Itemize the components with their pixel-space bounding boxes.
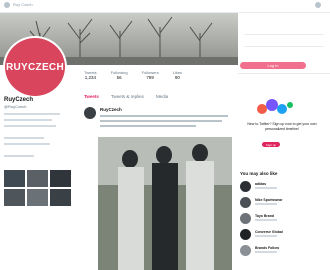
follow-handle-line [255,251,277,253]
follow-avatar [240,197,251,208]
stat-tweets[interactable]: Tweets 1,234 [84,70,97,80]
profile-stats: Tweets 1,234 Following 56 Followers 789 Lik… [84,70,182,80]
stat-value: 1,234 [84,75,96,80]
stat-likes[interactable]: Likes 90 [173,70,182,80]
media-thumbnail[interactable] [4,170,25,187]
username-field[interactable] [244,29,324,35]
follow-avatar [240,245,251,256]
promo-title: New to Twitter? Sign up now to get your … [247,122,317,131]
top-bar: Ruy Czech [0,0,330,13]
twitter-icon[interactable] [4,2,10,8]
profile-avatar[interactable]: RUYCZECH [3,36,67,98]
tweet-photo[interactable] [98,137,232,270]
search-icon[interactable] [315,2,321,8]
media-thumbnail[interactable] [27,170,48,187]
tweet-text-line [100,115,228,117]
stat-following[interactable]: Following 56 [111,70,128,80]
follow-item[interactable]: Tayo Brand [240,213,328,225]
follow-avatar [240,181,251,192]
password-field[interactable] [244,41,324,47]
media-grid [4,170,74,206]
stat-value: 56 [116,75,122,80]
bio-line [4,155,34,157]
follow-avatar [240,213,251,224]
profile-name: RuyCzech [4,97,34,103]
media-thumbnail[interactable] [4,189,25,206]
follow-handle-line [255,235,277,237]
profile-tabs: Tweets Tweets & replies Media [84,94,168,99]
follow-name: Converse Global [255,230,283,234]
promo-illustration [257,99,293,114]
bio-line [4,137,44,139]
follow-name: Nike Sportswear [255,198,283,202]
stat-value: 789 [146,75,154,80]
bio-line [4,125,56,127]
follow-item[interactable]: Nike Sportswear [240,197,328,209]
follow-name: adidas [255,182,267,186]
browser-tab-label[interactable]: Ruy Czech [13,2,33,7]
follow-item[interactable]: adidas [240,181,328,193]
profile-handle: @RuyCzech [4,104,27,109]
stat-value: 90 [174,75,180,80]
bio-line [4,119,52,121]
follow-item[interactable]: Converse Global [240,229,328,241]
follow-avatar [240,229,251,240]
stat-followers[interactable]: Followers 789 [142,70,159,80]
tab-tweets[interactable]: Tweets [84,94,99,99]
bio-line [4,143,50,145]
login-button[interactable]: Log in [240,62,306,69]
media-thumbnail[interactable] [50,170,71,187]
avatar-text: RUYCZECH [6,61,64,73]
follow-handle-line [255,219,277,221]
tweet-text-line [100,125,196,127]
follow-handle-line [255,203,277,205]
tweet-text-line [100,120,222,122]
bio-line [4,113,60,115]
media-thumbnail[interactable] [27,189,48,206]
follow-item[interactable]: Brands Follow [240,245,328,257]
tweet-avatar[interactable] [84,107,96,119]
tab-tweets-replies[interactable]: Tweets & replies [111,94,144,99]
media-thumbnail[interactable] [50,189,71,206]
tweet-author[interactable]: RuyCzech [100,107,122,112]
follow-name: Brands Follow [255,246,280,250]
follow-handle-line [255,187,277,189]
follow-name: Tayo Brand [255,214,274,218]
tweet-photo-image [98,137,232,270]
signup-button[interactable]: Sign up [262,142,280,147]
tab-media[interactable]: Media [156,94,168,99]
follow-title: You may also like [240,171,278,176]
